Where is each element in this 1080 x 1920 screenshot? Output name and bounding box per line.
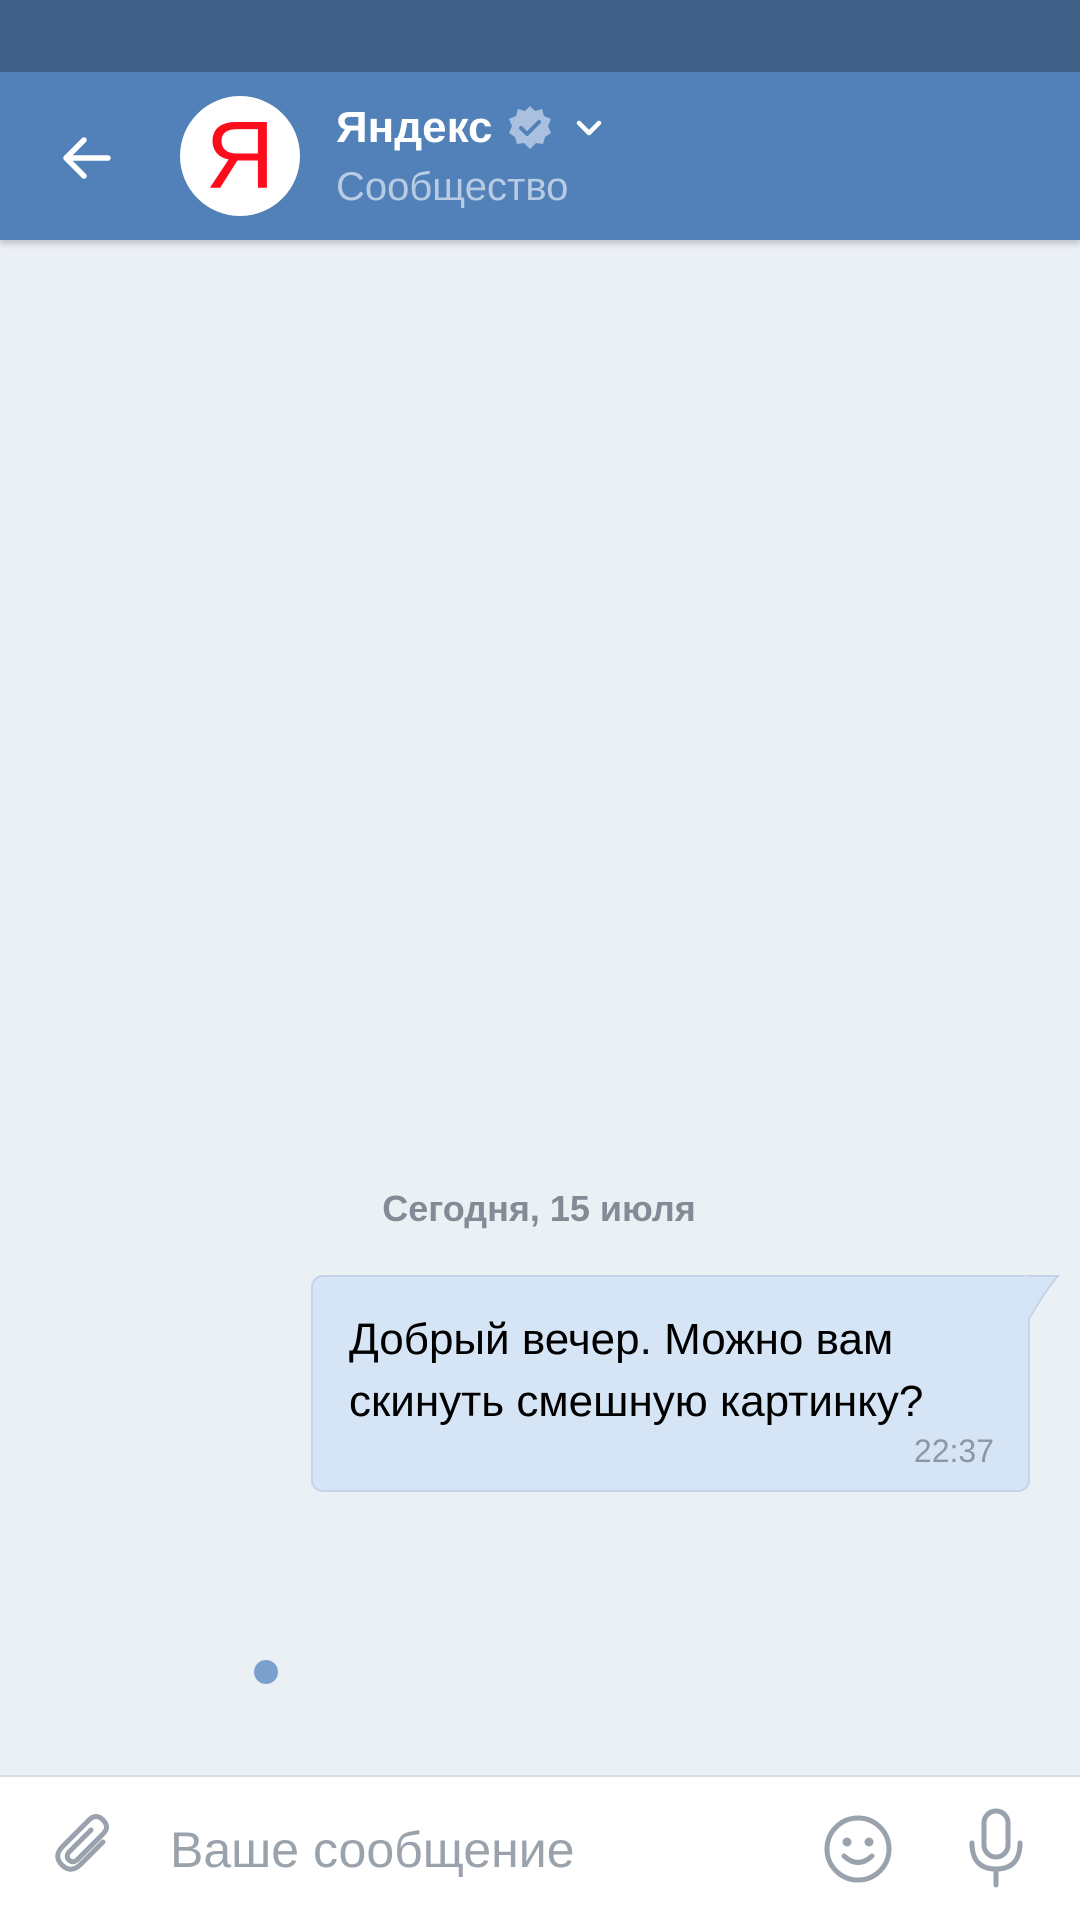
chat-title: Яндекс bbox=[336, 103, 493, 152]
paperclip-icon bbox=[55, 1814, 109, 1872]
chat-screen: Я Яндекс Сообщество Сегодня, 15 июля Доб… bbox=[0, 0, 1080, 1920]
message-text: Добрый вечер. Можно вам скинуть смешную … bbox=[349, 1315, 924, 1426]
status-bar bbox=[0, 0, 1080, 72]
bubble-tail bbox=[1024, 1275, 1060, 1318]
back-button[interactable] bbox=[36, 108, 136, 208]
date-separator: Сегодня, 15 июля bbox=[0, 1188, 1080, 1230]
emoji-button[interactable] bbox=[816, 1807, 900, 1891]
message-bubble[interactable]: Добрый вечер. Можно вам скинуть смешную … bbox=[311, 1275, 1030, 1492]
message-list[interactable] bbox=[0, 240, 1080, 1775]
chevron-down-icon bbox=[576, 120, 601, 136]
avatar[interactable]: Я bbox=[180, 96, 300, 216]
date-separator-label: Сегодня, 15 июля bbox=[382, 1188, 696, 1229]
message-input[interactable] bbox=[170, 1807, 790, 1893]
arrow-left-icon bbox=[63, 137, 111, 179]
chat-header: Я Яндекс Сообщество bbox=[0, 72, 1080, 240]
verified-badge-icon bbox=[508, 106, 551, 149]
voice-message-button[interactable] bbox=[956, 1803, 1036, 1895]
smiley-icon bbox=[824, 1815, 892, 1883]
chat-subtitle: Сообщество bbox=[336, 165, 569, 209]
microphone-icon bbox=[969, 1808, 1023, 1888]
message-time: 22:37 bbox=[913, 1433, 994, 1469]
title-group[interactable]: Яндекс bbox=[336, 100, 609, 156]
message-composer bbox=[0, 1775, 1080, 1920]
yandex-logo: Я bbox=[205, 102, 275, 209]
unread-indicator bbox=[254, 1660, 278, 1684]
attach-button[interactable] bbox=[46, 1807, 126, 1887]
